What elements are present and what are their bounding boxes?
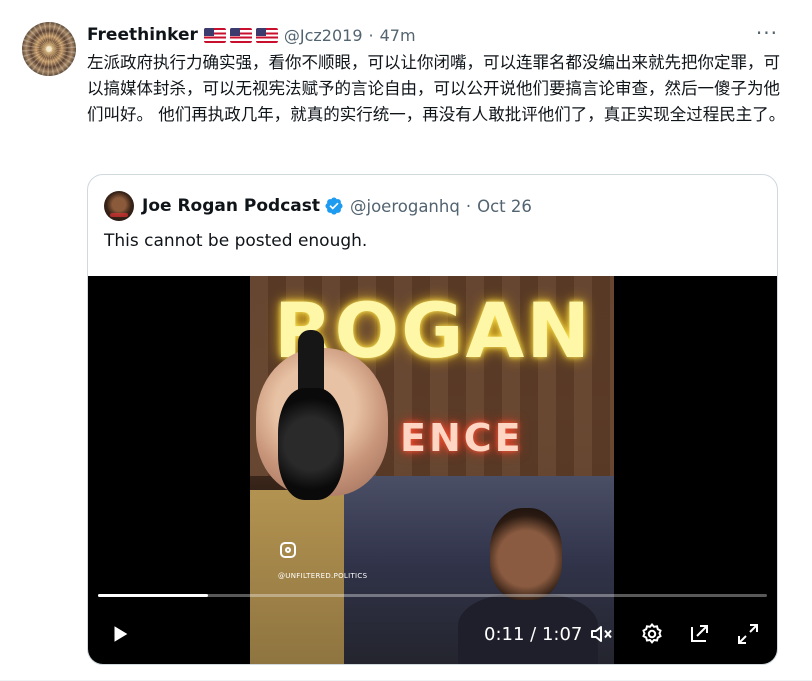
us-flag-icon [229,27,252,43]
us-flag-icon [203,27,226,43]
settings-icon[interactable] [638,620,666,648]
video-progress-bar[interactable] [98,594,767,597]
duration: 1:07 [541,624,583,645]
name-emoji-flags [203,27,278,43]
video-frame[interactable]: ROGAN ENCE @UNFILTERED.POLITICS [250,276,614,664]
quoted-text: This cannot be posted enough. [104,231,368,251]
video-progress-fill [98,594,208,597]
tweet[interactable]: Freethinker @Jcz2019 · 47m ··· 左派政府执行力确实… [0,0,812,681]
verified-badge-icon [325,197,343,215]
tweet-header: Freethinker @Jcz2019 · 47m [87,23,416,47]
video-watermark: @UNFILTERED.POLITICS [278,572,368,580]
headphones-figure [278,388,344,500]
person-figure [490,508,562,600]
dot-separator: · [465,196,472,216]
more-horizontal-icon[interactable]: ··· [756,23,778,43]
current-time: 0:11 [484,624,525,645]
quoted-avatar[interactable] [104,191,134,221]
neon-sign-secondary: ENCE [400,416,524,460]
quoted-author-name[interactable]: Joe Rogan Podcast [142,196,320,216]
time-separator: / [524,624,542,645]
author-name[interactable]: Freethinker [87,25,198,45]
instagram-icon [280,542,296,558]
dot-separator: · [368,25,374,45]
volume-icon[interactable] [588,620,616,648]
author-handle[interactable]: @Jcz2019 [284,26,363,45]
video-controls: 0:11 / 1:07 [88,616,777,652]
fullscreen-icon[interactable] [734,620,762,648]
quoted-handle[interactable]: @joeroganhq [350,197,460,216]
video-timestamp: 0:11 / 1:07 [484,624,582,645]
author-avatar[interactable] [22,22,76,76]
quoted-header: Joe Rogan Podcast @joeroganhq · Oct 26 [104,191,532,221]
pop-out-icon[interactable] [686,620,714,648]
tweet-text: 左派政府执行力确实强，看你不顺眼，可以让你闭嘴，可以连罪名都没编出来就先把你定罪… [87,53,786,124]
quoted-tweet[interactable]: Joe Rogan Podcast @joeroganhq · Oct 26 T… [87,174,778,665]
quoted-date[interactable]: Oct 26 [477,197,532,216]
video-player[interactable]: ROGAN ENCE @UNFILTERED.POLITICS 0:11 / 1… [88,276,777,664]
play-icon[interactable] [106,620,134,648]
tweet-time[interactable]: 47m [380,26,416,45]
us-flag-icon [255,27,278,43]
